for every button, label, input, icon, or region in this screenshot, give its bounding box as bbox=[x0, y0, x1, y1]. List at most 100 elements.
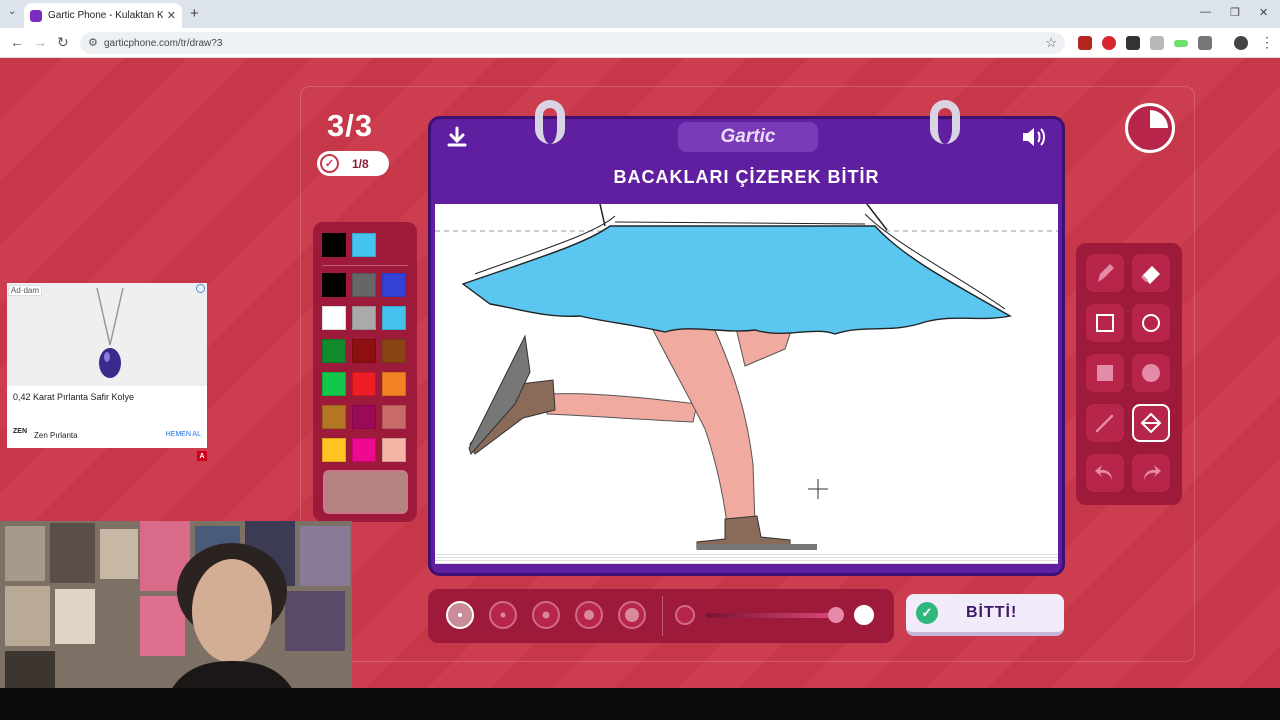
drawing-artwork bbox=[435, 204, 1058, 550]
browser-toolbar: ← → ↻ ⚙ garticphone.com/tr/draw?3 ☆ ⋮ bbox=[0, 28, 1280, 58]
extension-icon[interactable] bbox=[1174, 40, 1188, 47]
menu-kebab-icon[interactable]: ⋮ bbox=[1260, 34, 1274, 51]
pencil-tool-button[interactable] bbox=[1086, 254, 1124, 292]
gartic-favicon-icon bbox=[30, 9, 42, 22]
volume-icon[interactable] bbox=[1020, 125, 1048, 154]
paper-edge bbox=[435, 552, 1058, 564]
puzzle-icon[interactable] bbox=[1198, 36, 1212, 50]
eraser-tool-button[interactable] bbox=[1132, 254, 1170, 292]
check-icon: ✓ bbox=[916, 602, 938, 624]
square-outline-tool-button[interactable] bbox=[1086, 304, 1124, 342]
check-icon: ✓ bbox=[320, 154, 339, 173]
color-swatch[interactable] bbox=[382, 339, 406, 363]
drawing-canvas[interactable] bbox=[435, 204, 1058, 556]
ad-info-icon[interactable] bbox=[196, 284, 205, 293]
controls-divider bbox=[662, 596, 663, 636]
square-outline-icon bbox=[1096, 314, 1114, 332]
color-swatch[interactable] bbox=[322, 273, 346, 297]
recent-color-swatch[interactable] bbox=[322, 233, 346, 257]
close-tab-icon[interactable]: ✕ bbox=[167, 9, 176, 22]
brush-size-2[interactable] bbox=[489, 601, 517, 629]
ad-image[interactable] bbox=[7, 283, 207, 386]
download-icon[interactable] bbox=[445, 125, 469, 154]
binder-ring-right bbox=[930, 100, 960, 144]
site-info-icon[interactable]: ⚙ bbox=[88, 36, 98, 49]
color-swatch[interactable] bbox=[352, 273, 376, 297]
close-window-icon[interactable]: ✕ bbox=[1259, 6, 1268, 19]
browser-tab[interactable]: Gartic Phone - Kulaktan Kulağa ✕ bbox=[24, 3, 182, 28]
completed-count: 1/8 bbox=[352, 156, 369, 171]
circle-outline-icon bbox=[1142, 314, 1160, 332]
reload-icon[interactable]: ↻ bbox=[57, 34, 69, 51]
color-swatch[interactable] bbox=[352, 339, 376, 363]
address-bar[interactable]: ⚙ garticphone.com/tr/draw?3 ☆ bbox=[80, 32, 1065, 54]
board-header: Gartic BACAKLARI ÇİZEREK BİTİR bbox=[431, 119, 1062, 205]
color-swatch[interactable] bbox=[352, 306, 376, 330]
timer-icon bbox=[1125, 103, 1175, 153]
shield-extension-icon[interactable] bbox=[1150, 36, 1164, 50]
opacity-low-icon bbox=[675, 605, 695, 625]
completed-counter: ✓ 1/8 bbox=[317, 151, 389, 176]
color-swatch[interactable] bbox=[382, 405, 406, 429]
back-icon[interactable]: ← bbox=[10, 34, 24, 50]
new-tab-icon[interactable]: + bbox=[190, 5, 199, 22]
color-swatch[interactable] bbox=[382, 438, 406, 462]
square-filled-tool-button[interactable] bbox=[1086, 354, 1124, 392]
brush-size-1[interactable] bbox=[446, 601, 474, 629]
minimize-icon[interactable]: — bbox=[1200, 6, 1211, 18]
color-swatch[interactable] bbox=[352, 405, 376, 429]
selected-color-preview bbox=[323, 470, 408, 514]
ad-cta-button[interactable]: HEMEN AL bbox=[166, 431, 201, 438]
forward-icon[interactable]: → bbox=[33, 34, 47, 50]
eraser-icon bbox=[1140, 266, 1160, 284]
line-tool-button[interactable] bbox=[1086, 404, 1124, 442]
brush-size-4[interactable] bbox=[575, 601, 603, 629]
color-swatch[interactable] bbox=[382, 306, 406, 330]
extension-icon[interactable] bbox=[1126, 36, 1140, 50]
circle-outline-tool-button[interactable] bbox=[1132, 304, 1170, 342]
palette-divider bbox=[322, 265, 408, 266]
circle-filled-tool-button[interactable] bbox=[1132, 354, 1170, 392]
brush-size-5[interactable] bbox=[618, 601, 646, 629]
recent-color-swatch[interactable] bbox=[352, 233, 376, 257]
color-swatch[interactable] bbox=[322, 339, 346, 363]
done-button[interactable]: ✓ BİTTİ! bbox=[906, 594, 1064, 636]
adchoices-icon[interactable]: A bbox=[197, 451, 207, 461]
restore-icon[interactable]: ❐ bbox=[1230, 6, 1240, 19]
opacity-slider-handle[interactable] bbox=[828, 607, 844, 623]
ad-label: Ad·dam bbox=[8, 285, 43, 296]
color-swatch[interactable] bbox=[322, 306, 346, 330]
color-swatch[interactable] bbox=[322, 405, 346, 429]
extension-icon[interactable] bbox=[1102, 36, 1116, 50]
brush-size-3[interactable] bbox=[532, 601, 560, 629]
extension-icon[interactable] bbox=[1078, 36, 1092, 50]
color-swatch[interactable] bbox=[322, 372, 346, 396]
tab-title: Gartic Phone - Kulaktan Kulağa bbox=[48, 10, 163, 21]
redo-tool-button[interactable] bbox=[1132, 454, 1170, 492]
tab-search-icon[interactable]: ⌄ bbox=[8, 6, 16, 17]
redo-icon bbox=[1144, 465, 1161, 480]
color-swatch[interactable] bbox=[352, 372, 376, 396]
pencil-icon bbox=[1098, 264, 1114, 282]
fill-bucket-icon bbox=[1140, 412, 1162, 434]
color-swatch[interactable] bbox=[322, 438, 346, 462]
opacity-high-icon bbox=[854, 605, 874, 625]
undo-icon bbox=[1095, 465, 1112, 480]
advertisement[interactable]: Ad·dam 0,42 Karat Pırlanta Safir Kolye Z… bbox=[7, 283, 207, 448]
brand-logo: ZEN bbox=[13, 428, 27, 435]
color-swatch[interactable] bbox=[352, 438, 376, 462]
ad-title[interactable]: 0,42 Karat Pırlanta Safir Kolye bbox=[13, 392, 134, 402]
bookmark-star-icon[interactable]: ☆ bbox=[1045, 35, 1057, 51]
done-button-label: BİTTİ! bbox=[966, 604, 1018, 621]
fill-bucket-tool-button[interactable] bbox=[1132, 404, 1170, 442]
undo-tool-button[interactable] bbox=[1086, 454, 1124, 492]
color-swatch[interactable] bbox=[382, 372, 406, 396]
color-swatch[interactable] bbox=[382, 273, 406, 297]
gartic-logo: Gartic bbox=[678, 122, 818, 152]
profile-avatar[interactable] bbox=[1234, 36, 1248, 50]
square-filled-icon bbox=[1097, 365, 1113, 381]
screen-bottom-bar bbox=[0, 688, 1280, 720]
opacity-slider[interactable] bbox=[706, 613, 838, 618]
necklace-image bbox=[96, 287, 124, 378]
drawing-instruction: BACAKLARI ÇİZEREK BİTİR bbox=[613, 167, 880, 187]
